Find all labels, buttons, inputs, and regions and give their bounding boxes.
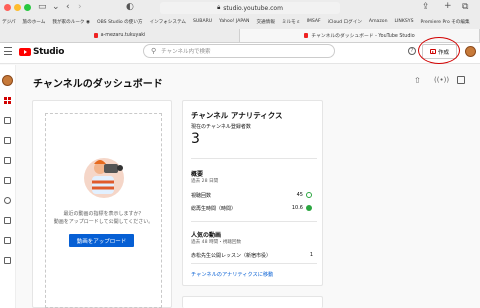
content-icon[interactable] xyxy=(4,117,11,124)
menu-icon[interactable] xyxy=(4,47,12,55)
close-window-button[interactable] xyxy=(4,4,11,11)
page-title: チャンネルのダッシュボード xyxy=(33,79,163,90)
account-avatar[interactable] xyxy=(465,46,476,57)
popular-videos-period: 過去 48 時間・視聴回数 xyxy=(191,240,242,245)
playlists-icon[interactable] xyxy=(4,137,11,144)
subscribers-label: 現在のチャンネル登録者数 xyxy=(191,124,251,130)
lock-icon: 🔒︎ xyxy=(217,4,221,11)
bookmark-item[interactable]: IMSAF xyxy=(307,19,321,24)
dashboard-icon[interactable] xyxy=(4,97,11,104)
brand-label: Studio xyxy=(33,46,65,57)
search-input[interactable]: ⚲ チャンネル内で検索 xyxy=(143,44,335,58)
search-icon: ⚲ xyxy=(151,47,157,55)
new-tab-icon[interactable]: + xyxy=(444,2,452,11)
divider xyxy=(191,263,317,264)
browser-tab[interactable]: a-mezaru.tukuyaki xyxy=(0,29,240,42)
youtube-play-icon xyxy=(19,47,31,56)
bookmark-item[interactable]: Premiere Pro その編集 xyxy=(421,19,470,25)
bookmark-item[interactable]: デジパ xyxy=(2,19,16,25)
back-icon[interactable]: ‹ xyxy=(66,3,70,12)
metric-views-label: 視聴回数 xyxy=(191,193,212,199)
address-bar[interactable]: 🔒︎ studio.youtube.com xyxy=(160,2,340,14)
upload-video-button[interactable]: 動画をアップロード xyxy=(69,234,134,247)
share-icon[interactable]: ⇪ xyxy=(422,3,430,12)
tab-overview-icon[interactable]: ⌄ xyxy=(52,3,60,12)
edit-icon[interactable] xyxy=(457,76,465,84)
popular-video-title[interactable]: 赤松先生公開レッスン（新宿市役） xyxy=(191,252,271,259)
youtube-studio-logo[interactable]: Studio xyxy=(19,46,64,57)
summary-title: 概要 xyxy=(191,171,204,178)
help-icon[interactable]: ? xyxy=(408,47,416,55)
tab-title: a-mezaru.tukuyaki xyxy=(100,33,146,38)
subscribers-count: 3 xyxy=(191,131,200,147)
bookmark-item[interactable]: OBS Studio の使い方 xyxy=(97,19,143,25)
audio-library-icon[interactable] xyxy=(4,257,11,264)
metric-watch-time-value: 10.6 xyxy=(291,205,303,211)
metric-views-value: 45 xyxy=(296,192,303,198)
bookmarks-bar: デジパ 旅のホーム 我が家のルーク ◉ OBS Studio の使い方 インフォ… xyxy=(0,16,480,27)
popular-video-views: 1 xyxy=(309,252,313,258)
bookmark-item[interactable]: SUBARU xyxy=(193,19,212,24)
highlight-circle xyxy=(418,37,460,64)
analytics-title: チャンネル アナリティクス xyxy=(191,111,283,120)
next-card xyxy=(182,296,323,308)
address-text: studio.youtube.com xyxy=(223,4,283,12)
bookmark-item[interactable]: インフォシステム xyxy=(150,19,186,25)
comments-icon[interactable] xyxy=(4,177,11,184)
customization-icon[interactable] xyxy=(4,237,11,244)
bookmark-item[interactable]: 交通情報 xyxy=(256,19,274,25)
summary-period: 過去 28 日間 xyxy=(191,179,219,184)
tabs-icon[interactable]: ⧉ xyxy=(462,3,468,12)
divider xyxy=(191,158,317,159)
channel-avatar[interactable] xyxy=(2,75,13,86)
favicon-icon xyxy=(93,33,98,38)
forward-icon[interactable]: › xyxy=(78,3,82,12)
bookmark-item[interactable]: LINKSYS xyxy=(395,19,414,24)
tab-bar: a-mezaru.tukuyaki チャンネルのダッシュボード - YouTub… xyxy=(0,29,480,42)
subtitles-icon[interactable] xyxy=(4,217,11,224)
metric-watch-time-label: 総再生時間（時間） xyxy=(191,206,237,212)
go-live-icon[interactable]: ((•)) xyxy=(434,76,449,84)
bookmark-item[interactable]: iCloud ログイン xyxy=(328,19,362,25)
privacy-shield-icon[interactable]: ◐ xyxy=(126,3,134,12)
check-circle-icon xyxy=(306,192,312,198)
tab-title: チャンネルのダッシュボード - YouTube Studio xyxy=(311,34,415,39)
bookmark-item[interactable]: 我が家のルーク ◉ xyxy=(52,19,90,25)
analytics-icon[interactable] xyxy=(4,157,11,164)
bookmark-item[interactable]: Amazon xyxy=(369,19,388,24)
creator-illustration xyxy=(84,158,124,198)
sidebar-toggle-icon[interactable]: ▭ xyxy=(38,3,47,12)
divider xyxy=(191,221,317,222)
bookmark-item[interactable]: Yahoo! JAPAN xyxy=(219,19,249,24)
popular-videos-title: 人気の動画 xyxy=(191,232,222,239)
bookmark-item[interactable]: 旅のホーム xyxy=(23,19,46,25)
bookmark-item[interactable]: ミルモ ε xyxy=(282,19,300,25)
youtube-favicon-icon xyxy=(304,33,309,38)
search-placeholder: チャンネル内で検索 xyxy=(161,49,211,55)
trend-up-icon xyxy=(306,205,312,211)
upload-icon[interactable]: ⇧ xyxy=(414,76,421,85)
zoom-window-button[interactable] xyxy=(24,4,31,11)
upload-message: 最近の動画の指標を表示しますか？ 動画をアップロードして公開してください。 xyxy=(53,211,154,225)
go-to-analytics-link[interactable]: チャンネルのアナリティクスに移動 xyxy=(191,271,273,278)
earn-icon[interactable] xyxy=(4,197,11,204)
minimize-window-button[interactable] xyxy=(14,4,21,11)
